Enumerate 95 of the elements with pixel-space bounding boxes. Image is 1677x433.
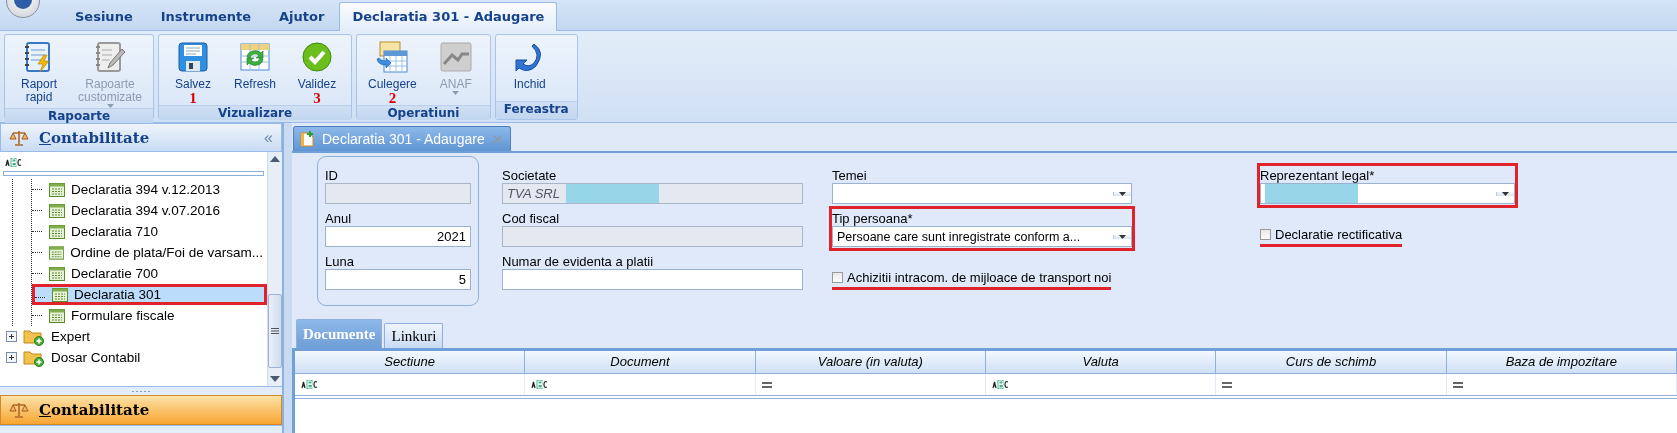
scroll-down-icon[interactable]	[270, 376, 280, 382]
text-filter-icon	[992, 380, 1009, 389]
tab[interactable]: Linkuri	[384, 323, 444, 348]
field-label: Anul	[325, 210, 353, 226]
dropdown-button[interactable]	[1113, 191, 1131, 196]
field-label: Tip persoana*	[832, 210, 914, 226]
scroll-up-icon[interactable]	[270, 156, 280, 162]
ribbon-button[interactable]: Culegere	[360, 37, 425, 91]
group-label: Vizualizare	[159, 105, 352, 120]
splitter-handle[interactable]	[132, 389, 150, 393]
ribbon-button[interactable]: Validez	[286, 37, 349, 91]
field-label: Numar de evidenta a platii	[502, 253, 655, 269]
table-icon	[49, 182, 65, 197]
equals-filter-icon	[761, 381, 772, 388]
caret-icon	[452, 91, 460, 95]
checkbox-label[interactable]: Declaratie rectificativa	[1275, 227, 1403, 242]
tree-item[interactable]: Declaratia 301	[32, 284, 267, 305]
filter-bar[interactable]	[3, 171, 264, 176]
input-field[interactable]: 5	[325, 269, 471, 290]
group-label: Rapoarte	[5, 108, 154, 123]
table-icon	[49, 203, 65, 218]
table-icon	[49, 266, 65, 281]
ribbon-button[interactable]: Raport rapid	[8, 37, 70, 104]
text-filter-icon	[301, 380, 318, 389]
dropdown-field[interactable]: Persoane care sunt inregistrate conform a...	[832, 226, 1132, 247]
table-arrows-icon	[239, 42, 272, 72]
table-icon	[49, 224, 65, 239]
folder-plus-icon	[23, 327, 45, 346]
notebook-pencil-icon	[95, 41, 125, 73]
document-plus-icon	[300, 131, 314, 147]
annotation-number: 2	[388, 91, 397, 105]
ribbon-button[interactable]: Inchid	[498, 37, 561, 91]
navigation-strip[interactable]	[0, 425, 282, 433]
menu-tab[interactable]: Ajutor	[266, 2, 338, 30]
calendar-arrow-icon	[376, 41, 409, 73]
table-icon	[49, 245, 65, 260]
column-header[interactable]: Document	[525, 351, 756, 374]
field-label: Reprezentant legal*	[1260, 167, 1376, 183]
scrollbar[interactable]	[267, 152, 282, 386]
menu-tab[interactable]: Sesiune	[62, 2, 146, 30]
navigation-header[interactable]: Contabilitate	[0, 395, 282, 425]
dropdown-button[interactable]	[1113, 234, 1131, 239]
table-icon	[52, 287, 68, 302]
checkbox-label[interactable]: Achizitii intracom. de mijloace de transport noi	[847, 270, 1112, 285]
column-header[interactable]: Sectiune	[295, 351, 526, 374]
tree-item[interactable]: Formulare fiscale	[32, 305, 267, 326]
annotation-number: 3	[313, 91, 321, 105]
tree-item[interactable]: Dosar Contabil	[51, 350, 141, 365]
annotation-number: 1	[189, 91, 197, 105]
equals-filter-icon	[1222, 381, 1233, 388]
column-header[interactable]: Valuta	[986, 351, 1217, 374]
close-icon[interactable]	[492, 134, 502, 144]
menu-tab[interactable]: Instrumente	[147, 2, 265, 30]
checkbox[interactable]	[832, 272, 843, 283]
tree-item[interactable]: Declaratia 394 v.12.2013	[32, 179, 267, 200]
panel-title: Contabilitate	[39, 128, 151, 147]
field-label: Luna	[325, 253, 355, 269]
column-header[interactable]: Curs de schimb	[1216, 351, 1447, 374]
table-icon	[49, 308, 65, 323]
ribbon-button[interactable]: Refresh	[224, 37, 287, 91]
input-field[interactable]: 2021	[325, 226, 471, 247]
field-label: Cod fiscal	[502, 210, 561, 226]
menu-tab[interactable]: Declaratia 301 - Adaugare	[339, 2, 558, 31]
checkbox[interactable]	[1260, 229, 1271, 240]
column-header[interactable]: Baza de impozitare	[1446, 351, 1677, 374]
input-field[interactable]: TVA SRL	[502, 183, 803, 204]
tile-icon	[439, 42, 472, 72]
field-label: Societate	[502, 167, 558, 183]
checkmark-icon	[302, 42, 333, 72]
group-label: Fereastra	[495, 101, 577, 119]
folder-plus-icon	[23, 348, 45, 367]
input-field[interactable]	[325, 183, 471, 204]
scrollbar-thumb[interactable]	[268, 294, 282, 368]
field-label: Temei	[832, 167, 868, 183]
ribbon-button[interactable]: Salvez	[162, 37, 225, 91]
dropdown-field[interactable]	[832, 183, 1132, 204]
expand-icon[interactable]	[6, 331, 17, 342]
equals-filter-icon	[1452, 381, 1463, 388]
tree-item[interactable]: Declaratia 394 v.07.2016	[32, 200, 267, 221]
field-label: ID	[325, 167, 339, 183]
column-header[interactable]: Valoare (in valuta)	[755, 351, 986, 374]
text-filter-icon	[5, 158, 22, 167]
group-label: Operatiuni	[357, 105, 490, 120]
tree-item[interactable]: Declaratie 700	[32, 263, 267, 284]
tree-item[interactable]: Ordine de plata/Foi de varsam...	[32, 242, 267, 263]
dropdown-button[interactable]	[1496, 191, 1514, 196]
scales-icon	[9, 401, 29, 419]
scales-icon	[9, 128, 29, 147]
tree-item[interactable]: Expert	[51, 329, 91, 344]
input-field[interactable]	[502, 226, 803, 247]
tree-item[interactable]: Declaratia 710	[32, 221, 267, 242]
expand-icon[interactable]	[6, 352, 17, 363]
input-field[interactable]	[502, 269, 803, 290]
dropdown-field[interactable]	[1260, 183, 1515, 204]
text-filter-icon	[531, 380, 549, 389]
